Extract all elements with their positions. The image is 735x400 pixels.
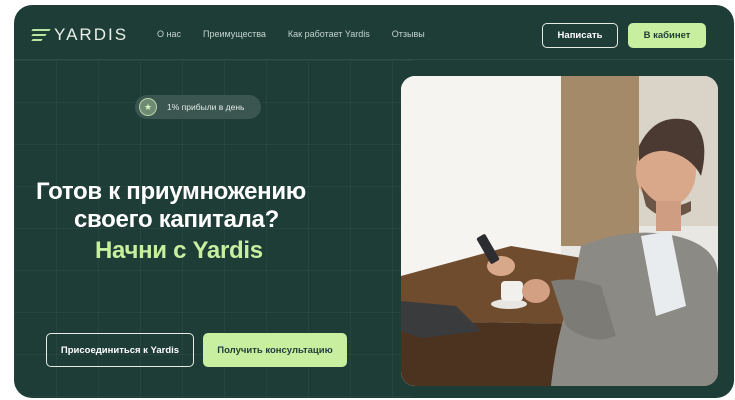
badge-text: 1% прибыли в день bbox=[167, 102, 245, 112]
nav-advantages[interactable]: Преимущества bbox=[203, 29, 266, 39]
hero-photo bbox=[401, 76, 718, 386]
consult-button[interactable]: Получить консультацию bbox=[203, 333, 347, 367]
cabinet-button[interactable]: В кабинет bbox=[628, 23, 706, 48]
nav-how-it-works[interactable]: Как работает Yardis bbox=[288, 29, 370, 39]
logo-text: YARDIS bbox=[54, 25, 129, 44]
logo-mark-icon bbox=[31, 28, 52, 42]
write-button[interactable]: Написать bbox=[542, 23, 618, 48]
star-icon: ★ bbox=[139, 98, 157, 116]
site-header: YARDIS О нас Преимущества Как работает Y… bbox=[14, 5, 734, 60]
landing-frame: YARDIS О нас Преимущества Как работает Y… bbox=[14, 5, 734, 398]
profit-badge: ★ 1% прибыли в день bbox=[135, 95, 261, 119]
join-button[interactable]: Присоединиться к Yardis bbox=[46, 333, 194, 367]
hero-title-line1: Готов к приумножению bbox=[36, 178, 307, 205]
main-nav: О нас Преимущества Как работает Yardis О… bbox=[157, 29, 425, 39]
hero-title-line2: своего капитала? bbox=[74, 206, 279, 233]
nav-about[interactable]: О нас bbox=[157, 29, 181, 39]
hero-subtitle: Начни с Yardis bbox=[95, 237, 263, 264]
nav-reviews[interactable]: Отзывы bbox=[392, 29, 425, 39]
logo[interactable]: YARDIS bbox=[31, 25, 129, 45]
